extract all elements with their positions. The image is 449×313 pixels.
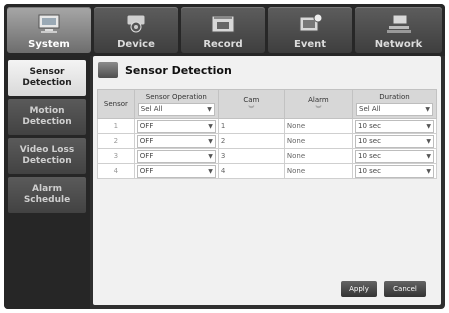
table-row: 3 OFF ▼ 3 None 10 sec ▼ — [97, 148, 437, 164]
duration-select[interactable]: 10 sec ▼ — [355, 149, 434, 163]
operation-select[interactable]: OFF ▼ — [136, 119, 216, 133]
chevron-down-icon: ▼ — [208, 137, 213, 145]
chevron-down-icon: ▼ — [208, 122, 213, 130]
cancel-button[interactable]: Cancel — [384, 281, 426, 297]
tab-system-label: System — [28, 39, 70, 50]
col-header-duration: Duration Sel All ▼ — [352, 89, 437, 119]
event-icon — [299, 13, 323, 32]
menu-item-label: Alarm Schedule — [23, 184, 71, 205]
tab-device-label: Device — [117, 39, 155, 50]
chevron-down-icon: ▼ — [426, 167, 431, 175]
menu-item-label: Video Loss Detection — [19, 145, 75, 166]
col-header-alarm-label: Alarm — [308, 95, 329, 104]
duration-select-all-value: Sel All — [359, 105, 381, 113]
alarm-cell[interactable]: None — [283, 163, 354, 179]
dvr-setup-window: System Device Record Event Network Senso… — [4, 4, 445, 309]
operation-value: OFF — [139, 137, 154, 145]
chevron-down-icon: ▼ — [426, 137, 431, 145]
sensor-table: Sensor Sensor Operation Sel All ▼ Cam ︾ … — [97, 89, 437, 179]
apply-button[interactable]: Apply — [341, 281, 377, 297]
duration-select-all[interactable]: Sel All ▼ — [356, 102, 433, 116]
page-title: Sensor Detection — [125, 64, 232, 77]
col-header-cam: Cam ︾ — [217, 89, 285, 119]
duration-cell: 10 sec ▼ — [352, 148, 437, 164]
table-row: 2 OFF ▼ 2 None 10 sec ▼ — [97, 133, 437, 149]
col-header-alarm: Alarm ︾ — [283, 89, 354, 119]
alarm-cell[interactable]: None — [283, 133, 354, 149]
col-header-sensor: Sensor — [97, 89, 135, 119]
sensor-number: 1 — [97, 118, 135, 134]
chevron-down-icon[interactable]: ︾ — [220, 104, 283, 113]
tab-record[interactable]: Record — [181, 7, 265, 53]
sensor-icon — [98, 62, 118, 78]
cam-cell[interactable]: 2 — [217, 133, 285, 149]
duration-select[interactable]: 10 sec ▼ — [355, 119, 434, 133]
tab-network-label: Network — [374, 39, 423, 50]
tab-network[interactable]: Network — [355, 7, 442, 53]
chevron-down-icon: ▼ — [207, 105, 212, 113]
col-header-operation: Sensor Operation Sel All ▼ — [133, 89, 219, 119]
operation-select-all[interactable]: Sel All ▼ — [137, 102, 215, 116]
chevron-down-icon[interactable]: ︾ — [286, 104, 351, 113]
sensor-number: 4 — [97, 163, 135, 179]
tab-event-label: Event — [293, 39, 327, 50]
duration-value: 10 sec — [358, 152, 381, 160]
alarm-cell[interactable]: None — [283, 148, 354, 164]
sensor-number: 3 — [97, 148, 135, 164]
content-panel: Sensor Detection Sensor Sensor Operation… — [93, 56, 441, 305]
duration-select[interactable]: 10 sec ▼ — [355, 134, 434, 148]
operation-cell: OFF ▼ — [133, 118, 219, 134]
operation-select[interactable]: OFF ▼ — [136, 149, 216, 163]
operation-cell: OFF ▼ — [133, 163, 219, 179]
duration-value: 10 sec — [358, 122, 381, 130]
chevron-down-icon: ▼ — [208, 152, 213, 160]
duration-select[interactable]: 10 sec ▼ — [355, 164, 434, 178]
alarm-cell[interactable]: None — [283, 118, 354, 134]
duration-value: 10 sec — [358, 137, 381, 145]
duration-cell: 10 sec ▼ — [352, 163, 437, 179]
menu-item-label: Motion Detection — [22, 106, 72, 127]
table-row: 4 OFF ▼ 4 None 10 sec ▼ — [97, 163, 437, 179]
operation-select-all-value: Sel All — [140, 105, 163, 113]
col-header-duration-label: Duration — [379, 92, 410, 101]
cam-cell[interactable]: 3 — [217, 148, 285, 164]
chevron-down-icon: ▼ — [425, 105, 430, 113]
tab-event[interactable]: Event — [268, 7, 352, 53]
cam-cell[interactable]: 1 — [217, 118, 285, 134]
tab-device[interactable]: Device — [94, 7, 178, 53]
col-header-operation-label: Sensor Operation — [145, 92, 207, 101]
menu-item-video-loss-detection[interactable]: Video Loss Detection — [8, 138, 86, 174]
record-icon — [211, 15, 235, 33]
system-icon — [38, 14, 60, 33]
operation-value: OFF — [139, 167, 154, 175]
tab-record-label: Record — [203, 39, 243, 50]
chevron-down-icon: ▼ — [426, 122, 431, 130]
menu-item-alarm-schedule[interactable]: Alarm Schedule — [8, 177, 86, 213]
table-row: 1 OFF ▼ 1 None 10 sec ▼ — [97, 118, 437, 134]
top-tab-bar: System Device Record Event Network — [4, 4, 445, 56]
col-header-cam-label: Cam — [243, 95, 260, 104]
operation-cell: OFF ▼ — [133, 133, 219, 149]
menu-item-sensor-detection[interactable]: Sensor Detection — [8, 60, 86, 96]
operation-cell: OFF ▼ — [133, 148, 219, 164]
camera-icon — [126, 14, 146, 33]
sensor-number: 2 — [97, 133, 135, 149]
chevron-down-icon: ▼ — [426, 152, 431, 160]
chevron-down-icon: ▼ — [208, 167, 213, 175]
duration-cell: 10 sec ▼ — [352, 118, 437, 134]
menu-item-label: Sensor Detection — [22, 67, 72, 88]
operation-value: OFF — [139, 122, 154, 130]
operation-select[interactable]: OFF ▼ — [136, 134, 216, 148]
network-icon — [386, 14, 411, 33]
operation-select[interactable]: OFF ▼ — [136, 164, 216, 178]
duration-cell: 10 sec ▼ — [352, 133, 437, 149]
left-menu: Sensor Detection Motion Detection Video … — [4, 56, 90, 309]
duration-value: 10 sec — [358, 167, 381, 175]
menu-item-motion-detection[interactable]: Motion Detection — [8, 99, 86, 135]
operation-value: OFF — [139, 152, 154, 160]
cam-cell[interactable]: 4 — [217, 163, 285, 179]
tab-system[interactable]: System — [7, 7, 91, 53]
